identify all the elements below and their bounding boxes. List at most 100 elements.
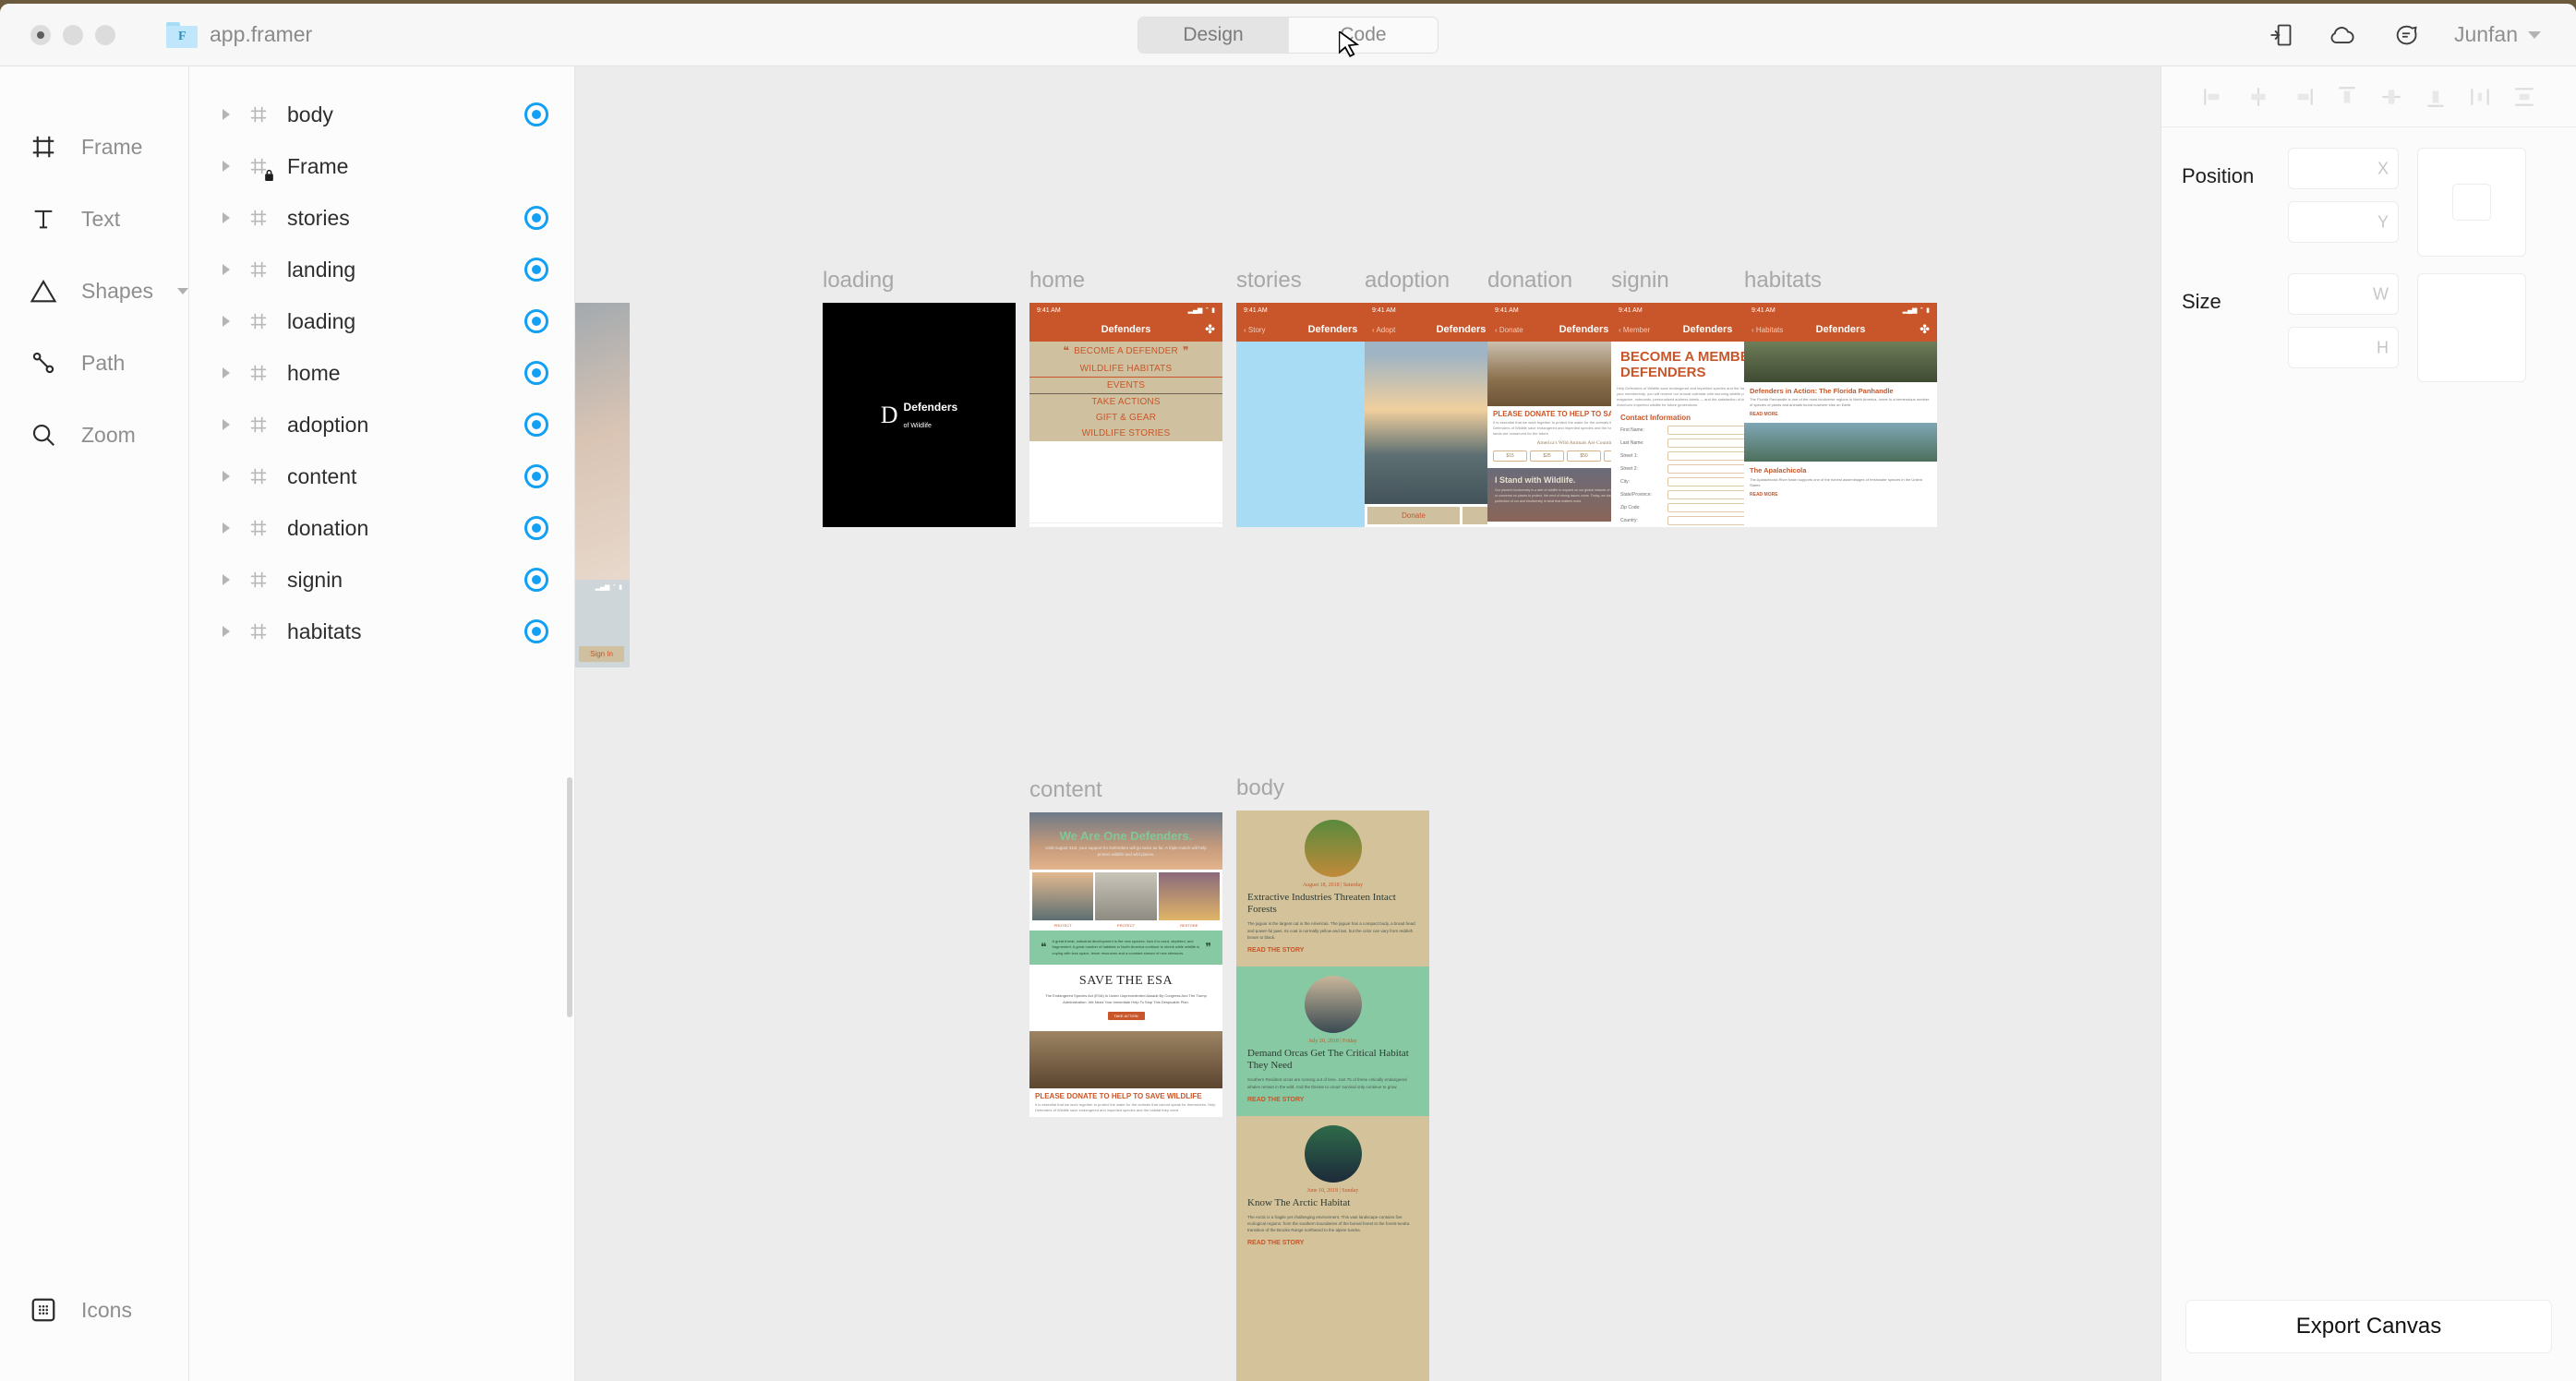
home-menu-item[interactable]: WILDLIFE HABITATS xyxy=(1029,361,1222,378)
disclosure-triangle-icon[interactable] xyxy=(223,161,230,172)
donation-amount[interactable]: $25 xyxy=(1530,450,1564,462)
tool-shapes[interactable]: Shapes xyxy=(0,255,188,327)
layer-target-toggle[interactable] xyxy=(524,102,548,126)
home-menu-item[interactable]: WILDLIFE STORIES xyxy=(1029,426,1222,441)
artboard-landing[interactable]: landing 9:41 AM▂▄▆ ⌃ ▮DefendersWildlifeSi… xyxy=(575,268,630,667)
nav-back-button[interactable]: ‹ Habitats xyxy=(1751,326,1783,334)
layer-target-toggle[interactable] xyxy=(524,206,548,230)
layer-row-frame[interactable]: Frame xyxy=(189,140,574,192)
artboard-canvas-home[interactable]: 9:41 AM ▂▄▆ ⌃ ▮ Defenders ✤ ❝ BECOME A DEFEND… xyxy=(1029,303,1222,527)
align-center-horizontal-icon[interactable] xyxy=(2245,83,2272,111)
window-controls[interactable] xyxy=(0,24,115,45)
size-h-input[interactable]: H xyxy=(2288,327,2399,368)
layer-row-adoption[interactable]: adoption xyxy=(189,399,574,450)
story-card[interactable]: August 18, 2018 | Saturday Extractive Ind… xyxy=(1236,811,1429,967)
preview-device-icon[interactable] xyxy=(2266,20,2295,50)
tool-path[interactable]: Path xyxy=(0,327,188,399)
mode-segmented-control[interactable]: Design Code xyxy=(1138,16,1438,54)
position-y-input[interactable]: Y xyxy=(2288,201,2399,243)
maximize-button[interactable] xyxy=(95,24,115,45)
disclosure-triangle-icon[interactable] xyxy=(223,316,230,327)
habitat-read-more-link[interactable]: READ MORE xyxy=(1744,492,1937,503)
disclosure-triangle-icon[interactable] xyxy=(223,264,230,275)
layer-row-stories[interactable]: stories xyxy=(189,192,574,244)
align-center-vertical-icon[interactable] xyxy=(2377,83,2405,111)
artboard-canvas-body[interactable]: August 18, 2018 | Saturday Extractive Ind… xyxy=(1236,811,1429,1381)
user-menu[interactable]: Junfan xyxy=(2454,22,2541,47)
content-thumbnail[interactable]: PROTECT xyxy=(1032,872,1094,928)
tab-code[interactable]: Code xyxy=(1288,17,1438,53)
tool-frame[interactable]: Frame xyxy=(0,111,188,183)
layer-target-toggle[interactable] xyxy=(524,258,548,282)
donation-amount[interactable]: $15 xyxy=(1493,450,1527,462)
layer-target-toggle[interactable] xyxy=(524,309,548,333)
artboard-canvas-loading[interactable]: D Defenders of Wildlife xyxy=(823,303,1016,527)
esa-take-action-button[interactable]: TAKE ACTION xyxy=(1107,1011,1145,1020)
layer-target-toggle[interactable] xyxy=(524,516,548,540)
disclosure-triangle-icon[interactable] xyxy=(223,367,230,378)
layer-row-landing[interactable]: landing xyxy=(189,244,574,295)
position-x-input[interactable]: X xyxy=(2288,148,2399,189)
alignment-toolbar[interactable] xyxy=(2161,66,2576,127)
layers-panel[interactable]: body Frame stories landing loading home adopti… xyxy=(189,66,575,1381)
size-constraints-box[interactable] xyxy=(2417,273,2526,382)
tool-zoom[interactable]: Zoom xyxy=(0,399,188,471)
align-left-icon[interactable] xyxy=(2200,83,2228,111)
habitat-read-more-link[interactable]: READ MORE xyxy=(1744,412,1937,423)
layer-row-content[interactable]: content xyxy=(189,450,574,502)
pin-center-handle[interactable] xyxy=(2452,184,2491,221)
disclosure-triangle-icon[interactable] xyxy=(223,626,230,637)
story-read-link[interactable]: READ THE STORY xyxy=(1247,1240,1418,1246)
distribute-horizontal-icon[interactable] xyxy=(2466,83,2494,111)
disclosure-triangle-icon[interactable] xyxy=(223,212,230,223)
tab-design[interactable]: Design xyxy=(1138,17,1288,53)
layer-row-home[interactable]: home xyxy=(189,347,574,399)
content-thumbnail[interactable]: RESTORE xyxy=(1158,872,1220,928)
layer-target-toggle[interactable] xyxy=(524,568,548,592)
export-canvas-button[interactable]: Export Canvas xyxy=(2185,1300,2552,1353)
layers-scrollbar[interactable] xyxy=(567,777,572,1017)
layer-target-toggle[interactable] xyxy=(524,464,548,488)
artboard-content[interactable]: content We Are One Defenders. Until August… xyxy=(1029,777,1222,1117)
story-read-link[interactable]: READ THE STORY xyxy=(1247,947,1418,954)
adoption-button-donate[interactable]: Donate xyxy=(1367,507,1460,524)
cloud-icon[interactable] xyxy=(2329,20,2358,50)
size-w-input[interactable]: W xyxy=(2288,273,2399,315)
layer-row-habitats[interactable]: habitats xyxy=(189,606,574,657)
story-read-link[interactable]: READ THE STORY xyxy=(1247,1097,1418,1103)
align-right-icon[interactable] xyxy=(2289,83,2317,111)
home-menu-item[interactable]: GIFT & GEAR xyxy=(1029,410,1222,426)
align-top-icon[interactable] xyxy=(2333,83,2361,111)
disclosure-triangle-icon[interactable] xyxy=(223,522,230,534)
sign-in-button[interactable]: Sign In xyxy=(579,646,624,662)
donation-amount[interactable]: $50 xyxy=(1567,450,1601,462)
artboard-body[interactable]: body August 18, 2018 | Saturday Extractive… xyxy=(1236,775,1429,1381)
artboard-habitats[interactable]: habitats 9:41 AM ▂▄▆ ⌃ ▮ ‹ Habitats Defender… xyxy=(1744,268,1937,527)
layer-row-donation[interactable]: donation xyxy=(189,502,574,554)
story-card[interactable]: July 20, 2018 | Friday Demand Orcas Get T… xyxy=(1236,966,1429,1116)
home-menu-item[interactable]: ❝ BECOME A DEFENDER ❞ xyxy=(1029,342,1222,361)
pin-constraints-box[interactable] xyxy=(2417,148,2526,257)
layer-row-body[interactable]: body xyxy=(189,89,574,140)
disclosure-triangle-icon[interactable] xyxy=(223,574,230,585)
layer-target-toggle[interactable] xyxy=(524,413,548,437)
story-card[interactable]: June 10, 2018 | Sunday Know The Arctic Ha… xyxy=(1236,1115,1429,1260)
nav-back-button[interactable]: ‹ Member xyxy=(1619,326,1650,334)
disclosure-triangle-icon[interactable] xyxy=(223,419,230,430)
distribute-vertical-icon[interactable] xyxy=(2510,83,2538,111)
tool-icons[interactable]: Icons xyxy=(0,1274,188,1346)
nav-back-button[interactable]: ‹ Adopt xyxy=(1372,326,1395,334)
close-button[interactable] xyxy=(30,24,51,45)
content-thumbnail[interactable]: PROTECT xyxy=(1095,872,1157,928)
home-menu-item[interactable]: TAKE ACTIONS xyxy=(1029,394,1222,410)
layer-target-toggle[interactable] xyxy=(524,361,548,385)
tool-text[interactable]: Text xyxy=(0,183,188,255)
artboard-home[interactable]: home 9:41 AM ▂▄▆ ⌃ ▮ Defenders ✤ ❝ BECOME A DE… xyxy=(1029,268,1222,527)
chevron-down-icon[interactable] xyxy=(177,287,188,294)
artboard-canvas-landing[interactable]: 9:41 AM▂▄▆ ⌃ ▮DefendersWildlifeSign In xyxy=(575,303,630,667)
layer-row-loading[interactable]: loading xyxy=(189,295,574,347)
layer-target-toggle[interactable] xyxy=(524,619,548,643)
nav-back-button[interactable]: ‹ Story xyxy=(1244,326,1266,334)
disclosure-triangle-icon[interactable] xyxy=(223,109,230,120)
home-menu-item[interactable]: EVENTS xyxy=(1029,378,1222,394)
